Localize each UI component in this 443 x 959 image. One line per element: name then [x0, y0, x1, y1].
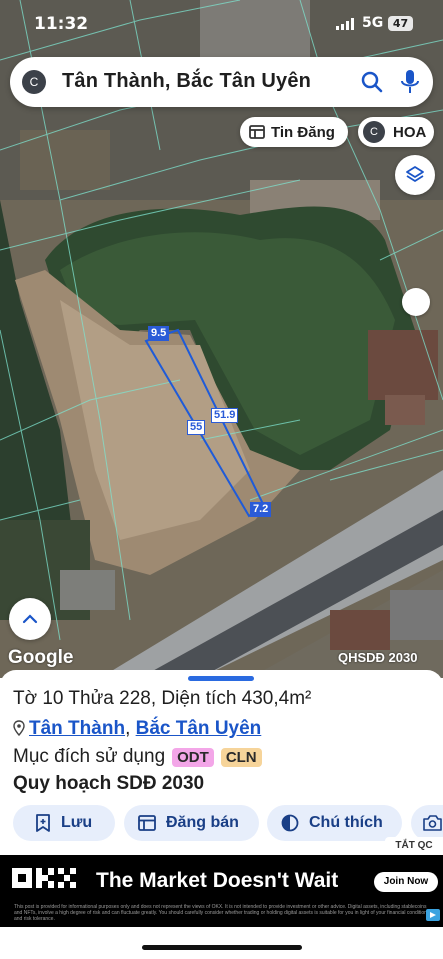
expand-up-button[interactable] — [9, 598, 51, 640]
legend-button-label: Chú thích — [309, 814, 383, 831]
status-time: 11:32 — [34, 14, 89, 34]
close-ad-button[interactable]: TẮT QC — [385, 837, 443, 855]
advertisement-banner[interactable]: The Market Doesn't Wait Join Now This po… — [0, 855, 443, 927]
post-for-sale-button[interactable]: Đăng bán — [124, 805, 259, 841]
location-pin-icon — [13, 720, 25, 736]
posts-chip-label: Tin Đăng — [271, 123, 335, 141]
ad-join-button[interactable]: Join Now — [374, 872, 438, 892]
planning-label: Quy hoạch SDĐ 2030 — [13, 773, 205, 794]
profile-chip-label: HOA — [393, 123, 427, 141]
parcel-location: Tân Thành, Bắc Tân Uyên — [13, 718, 261, 740]
district-link[interactable]: Bắc Tân Uyên — [136, 718, 262, 739]
search-bar[interactable]: C Tân Thành, Bắc Tân Uyên — [10, 57, 433, 107]
ward-link[interactable]: Tân Thành — [29, 718, 125, 739]
home-indicator — [142, 945, 302, 950]
save-button[interactable]: Lưu — [13, 805, 115, 841]
layers-icon — [406, 166, 424, 182]
camera-add-icon — [423, 815, 442, 831]
bookmark-add-icon — [36, 814, 50, 832]
dimension-bottom: 7.2 — [250, 502, 272, 517]
land-use-purpose: Mục đích sử dụng ODT CLN — [13, 746, 262, 768]
parcel-info-sheet[interactable]: Tờ 10 Thửa 228, Diện tích 430,4m² Tân Th… — [0, 670, 443, 959]
dimension-top: 9.5 — [148, 326, 170, 341]
search-icon[interactable] — [360, 70, 384, 94]
dimension-left-side: 55 — [187, 420, 206, 435]
screenshot-button[interactable] — [411, 805, 443, 841]
post-for-sale-label: Đăng bán — [166, 814, 239, 831]
purpose-label: Mục đích sử dụng — [13, 746, 166, 767]
layers-button[interactable] — [395, 155, 435, 195]
search-query[interactable]: Tân Thành, Bắc Tân Uyên — [62, 70, 311, 93]
signal-icon — [336, 18, 354, 30]
microphone-icon[interactable] — [400, 69, 420, 95]
sheet-drag-handle[interactable] — [188, 676, 254, 681]
status-bar: 11:32 5G 47 — [0, 0, 443, 50]
location-separator: , — [125, 718, 136, 739]
listing-icon — [249, 125, 265, 139]
save-button-label: Lưu — [61, 814, 93, 831]
chevron-up-icon — [22, 614, 38, 624]
map-handle-button[interactable] — [402, 288, 430, 316]
profile-avatar: C — [363, 121, 385, 143]
parcel-title: Tờ 10 Thửa 228, Diện tích 430,4m² — [13, 688, 312, 709]
purpose-tag-odt: ODT — [172, 747, 214, 767]
adchoices-icon[interactable] — [426, 909, 440, 921]
okx-logo — [12, 868, 76, 888]
network-type: 5G — [362, 15, 384, 31]
legend-button[interactable]: Chú thích — [267, 805, 402, 841]
dimension-long-side: 51.9 — [211, 408, 239, 423]
battery-indicator: 47 — [388, 16, 413, 31]
ad-disclaimer: This post is provided for informational … — [14, 904, 427, 922]
contrast-icon — [281, 814, 299, 832]
profile-chip[interactable]: C HOA — [358, 117, 434, 147]
ad-headline: The Market Doesn't Wait — [96, 869, 339, 892]
action-buttons: Lưu Đăng bán Chú thích — [13, 805, 443, 843]
listing-icon — [138, 815, 156, 831]
avatar[interactable]: C — [22, 70, 46, 94]
purpose-tag-cln: CLN — [220, 747, 262, 767]
planning-layer-label: QHSDĐ 2030 — [338, 650, 418, 665]
google-attribution: Google — [8, 647, 74, 668]
posts-chip[interactable]: Tin Đăng — [240, 117, 348, 147]
